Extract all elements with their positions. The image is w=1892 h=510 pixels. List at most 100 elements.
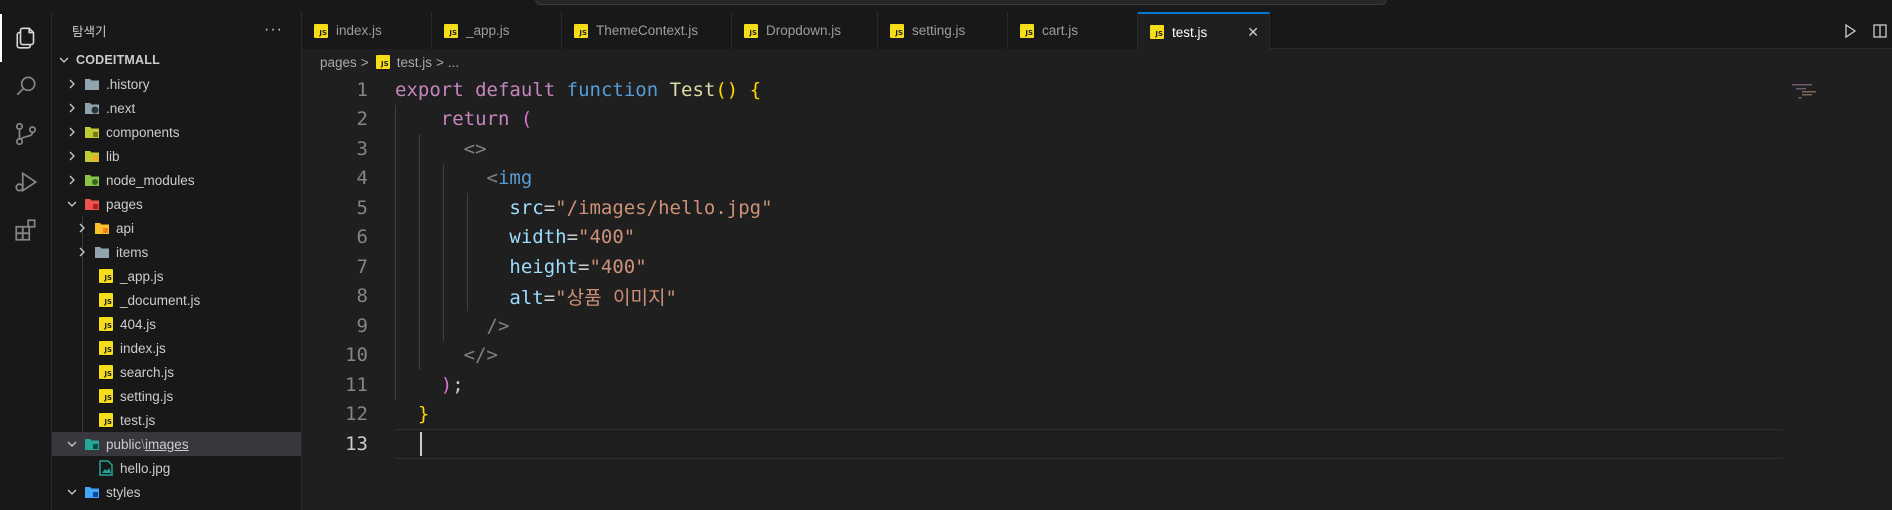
root-folder-label: CODEITMALL xyxy=(76,53,160,67)
extensions-activity[interactable] xyxy=(0,206,52,254)
components-folder-icon xyxy=(85,127,99,138)
tree-item-label: 404.js xyxy=(120,316,157,332)
chevron-down-icon xyxy=(67,489,77,495)
command-center[interactable] xyxy=(535,0,1387,5)
tab-bar: JS index.js JS _app.js JS ThemeContext.js J… xyxy=(302,12,1892,50)
breadcrumb-separator: > xyxy=(360,54,369,70)
line-number: 3 xyxy=(356,137,368,160)
tree-item-index-js[interactable]: JS index.js xyxy=(52,336,301,360)
split-editor-icon[interactable] xyxy=(1872,23,1888,39)
explorer-sidebar: 탐색기 ··· CODEITMALL .history .next compon… xyxy=(52,12,302,510)
tree-item-items[interactable]: items xyxy=(52,240,301,264)
search-activity[interactable] xyxy=(0,62,52,110)
code-line: 5 src="/images/hello.jpg" xyxy=(302,193,1892,223)
run-icon[interactable] xyxy=(1842,23,1858,39)
code-line: 9 /> xyxy=(302,311,1892,341)
current-code-line: 13 xyxy=(302,429,1892,459)
public-folder-icon xyxy=(85,439,99,450)
tree-item-api[interactable]: api xyxy=(52,216,301,240)
tree-item-label: styles xyxy=(106,484,141,500)
chevron-right-icon xyxy=(69,103,75,113)
text-cursor xyxy=(420,432,422,456)
line-number: 5 xyxy=(356,196,368,219)
chevron-right-icon xyxy=(69,175,75,185)
next-folder-icon xyxy=(85,103,99,114)
tree-item-label: pages xyxy=(106,196,143,212)
chevron-right-icon xyxy=(79,247,85,257)
tab-index-js[interactable]: JS index.js xyxy=(302,12,432,49)
pages-folder-icon xyxy=(85,199,99,210)
folder-icon xyxy=(85,79,99,90)
folder-icon xyxy=(95,247,109,258)
line-number: 9 xyxy=(356,314,368,337)
chevron-down-icon xyxy=(67,201,77,207)
tree-item-label: items xyxy=(116,244,149,260)
tab-setting-js[interactable]: JS setting.js xyxy=(878,12,1008,49)
js-file-icon: JS xyxy=(574,23,588,38)
root-folder[interactable]: CODEITMALL xyxy=(52,48,301,72)
js-file-icon: JS xyxy=(314,23,328,38)
chevron-right-icon xyxy=(69,127,75,137)
tree-item-label: search.js xyxy=(120,364,175,380)
code-line: 10 </> xyxy=(302,341,1892,371)
breadcrumb-folder[interactable]: pages xyxy=(320,55,357,70)
chevron-right-icon xyxy=(79,223,85,233)
tree-item-test-js[interactable]: JS test.js xyxy=(52,408,301,432)
minimap[interactable] xyxy=(1792,82,1832,102)
line-number: 12 xyxy=(345,403,368,426)
code-line: 4 <img xyxy=(302,164,1892,194)
tree-item-node-modules[interactable]: node_modules xyxy=(52,168,301,192)
code-line: 6 width="400" xyxy=(302,223,1892,253)
image-file-icon xyxy=(99,460,113,476)
tab-app-js[interactable]: JS _app.js xyxy=(432,12,562,49)
tree-item-lib[interactable]: lib xyxy=(52,144,301,168)
tree-item-pages[interactable]: pages xyxy=(52,192,301,216)
js-file-icon: JS xyxy=(1150,25,1164,39)
tree-item-setting-js[interactable]: JS setting.js xyxy=(52,384,301,408)
tree-item-styles[interactable]: styles xyxy=(52,480,301,504)
breadcrumb-symbol[interactable]: ... xyxy=(448,55,459,70)
tree-item-label: node_modules xyxy=(106,172,195,188)
source-control-activity[interactable] xyxy=(0,110,52,158)
tree-item-history[interactable]: .history xyxy=(52,72,301,96)
code-editor[interactable]: 1 export default function Test() { 2 ret… xyxy=(302,75,1892,459)
tree-item-label: hello.jpg xyxy=(120,460,171,476)
tree-item-document-js[interactable]: JS _document.js xyxy=(52,288,301,312)
more-actions-icon[interactable]: ··· xyxy=(264,21,283,39)
tab-cart-js[interactable]: JS cart.js xyxy=(1008,12,1138,49)
line-number: 4 xyxy=(356,167,368,190)
js-file-icon: JS xyxy=(444,23,458,38)
tree-item-label: test.js xyxy=(120,412,156,428)
line-number: 11 xyxy=(345,373,368,396)
tree-item-next[interactable]: .next xyxy=(52,96,301,120)
tree-item-public-images[interactable]: public \ images xyxy=(52,432,301,456)
tab-test-js[interactable]: JS test.js ✕ xyxy=(1138,12,1270,50)
breadcrumb-separator: > xyxy=(435,54,444,70)
line-number: 8 xyxy=(356,285,368,308)
explorer-activity[interactable] xyxy=(0,14,52,62)
run-debug-activity[interactable] xyxy=(0,158,52,206)
tree-item-components[interactable]: components xyxy=(52,120,301,144)
tree-item-hello-jpg[interactable]: hello.jpg xyxy=(52,456,301,480)
close-icon[interactable]: ✕ xyxy=(1247,24,1259,41)
tree-item-label: images xyxy=(145,436,189,452)
tab-dropdown-js[interactable]: JS Dropdown.js xyxy=(732,12,878,49)
breadcrumb-file[interactable]: test.js xyxy=(397,55,432,70)
tree-item-label: setting.js xyxy=(120,388,174,404)
extensions-icon xyxy=(15,219,36,241)
code-line: 12 } xyxy=(302,400,1892,430)
tree-item-app-js[interactable]: JS _app.js xyxy=(52,264,301,288)
code-line: 2 return ( xyxy=(302,105,1892,135)
files-icon xyxy=(16,27,35,49)
code-line: 3 <> xyxy=(302,134,1892,164)
tab-themecontext-js[interactable]: JS ThemeContext.js xyxy=(562,12,732,49)
tree-item-label: api xyxy=(116,220,135,236)
tree-item-404-js[interactable]: JS 404.js xyxy=(52,312,301,336)
line-number: 2 xyxy=(356,108,368,131)
js-file-icon: JS xyxy=(99,413,113,427)
tree-item-label: lib xyxy=(106,148,120,164)
tab-label: index.js xyxy=(336,23,382,38)
tree-item-search-js[interactable]: JS search.js xyxy=(52,360,301,384)
code-line: 11 ); xyxy=(302,370,1892,400)
breadcrumb: pages > JS test.js > ... xyxy=(320,51,459,73)
